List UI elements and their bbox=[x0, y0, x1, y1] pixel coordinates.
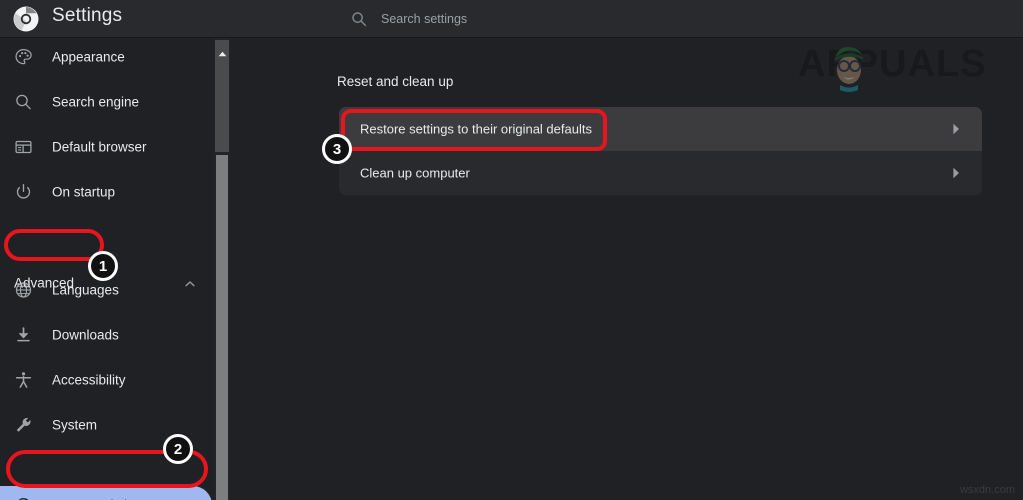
settings-window: Settings Appearance bbox=[0, 0, 1023, 500]
sidebar-item-label: On startup bbox=[52, 185, 115, 200]
magnifier-icon bbox=[14, 93, 33, 112]
search-input[interactable] bbox=[381, 3, 961, 35]
chevron-right-icon bbox=[951, 167, 961, 180]
sidebar-item-label: Languages bbox=[52, 283, 119, 298]
sidebar-item-label: Search engine bbox=[52, 95, 139, 110]
download-icon bbox=[14, 326, 33, 345]
power-icon bbox=[14, 183, 33, 202]
sidebar-item-downloads[interactable]: Downloads bbox=[0, 318, 213, 352]
sidebar-item-accessibility[interactable]: Accessibility bbox=[0, 363, 213, 397]
search-icon bbox=[351, 11, 367, 27]
row-label: Restore settings to their original defau… bbox=[360, 122, 592, 137]
annotation-badge-2: 2 bbox=[163, 434, 193, 464]
page-title: Settings bbox=[52, 5, 122, 27]
main-content: Reset and clean up Restore settings to t… bbox=[230, 38, 1023, 500]
sidebar-scrollbar-thumb[interactable] bbox=[216, 155, 228, 500]
sidebar-item-appearance[interactable]: Appearance bbox=[0, 40, 213, 74]
palette-icon bbox=[14, 48, 33, 67]
sidebar-item-search-engine[interactable]: Search engine bbox=[0, 85, 213, 119]
globe-icon bbox=[14, 281, 33, 300]
source-credit: wsxdn.com bbox=[960, 484, 1015, 496]
chevron-right-icon bbox=[951, 123, 961, 136]
appuals-mascot-icon bbox=[822, 39, 876, 93]
sidebar-item-default-browser[interactable]: Default browser bbox=[0, 130, 213, 164]
wrench-icon bbox=[14, 416, 33, 435]
sidebar-item-reset-and-clean-up[interactable]: Reset and clean up bbox=[0, 486, 212, 500]
history-restore-icon bbox=[14, 496, 33, 500]
reset-and-clean-up-card: Restore settings to their original defau… bbox=[339, 107, 982, 195]
annotation-badge-3: 3 bbox=[322, 134, 352, 164]
row-restore-settings[interactable]: Restore settings to their original defau… bbox=[339, 107, 982, 151]
chrome-logo-icon bbox=[13, 6, 39, 32]
appuals-watermark: APPUALS bbox=[798, 43, 988, 89]
sidebar-item-label: Accessibility bbox=[52, 373, 126, 388]
app-header: Settings bbox=[0, 0, 1023, 38]
search-bar[interactable] bbox=[337, 3, 982, 35]
scroll-up-arrow-icon[interactable] bbox=[218, 44, 227, 50]
sidebar-item-label: Appearance bbox=[52, 50, 125, 65]
section-title: Reset and clean up bbox=[337, 74, 453, 89]
row-label: Clean up computer bbox=[360, 166, 470, 181]
sidebar-item-label: Default browser bbox=[52, 140, 147, 155]
sidebar-item-label: System bbox=[52, 418, 97, 433]
annotation-badge-1: 1 bbox=[88, 251, 118, 281]
sidebar-item-label: Downloads bbox=[52, 328, 119, 343]
row-clean-up-computer[interactable]: Clean up computer bbox=[339, 151, 982, 195]
browser-window-icon bbox=[14, 138, 33, 157]
sidebar-item-on-startup[interactable]: On startup bbox=[0, 175, 213, 209]
accessibility-icon bbox=[14, 371, 33, 390]
